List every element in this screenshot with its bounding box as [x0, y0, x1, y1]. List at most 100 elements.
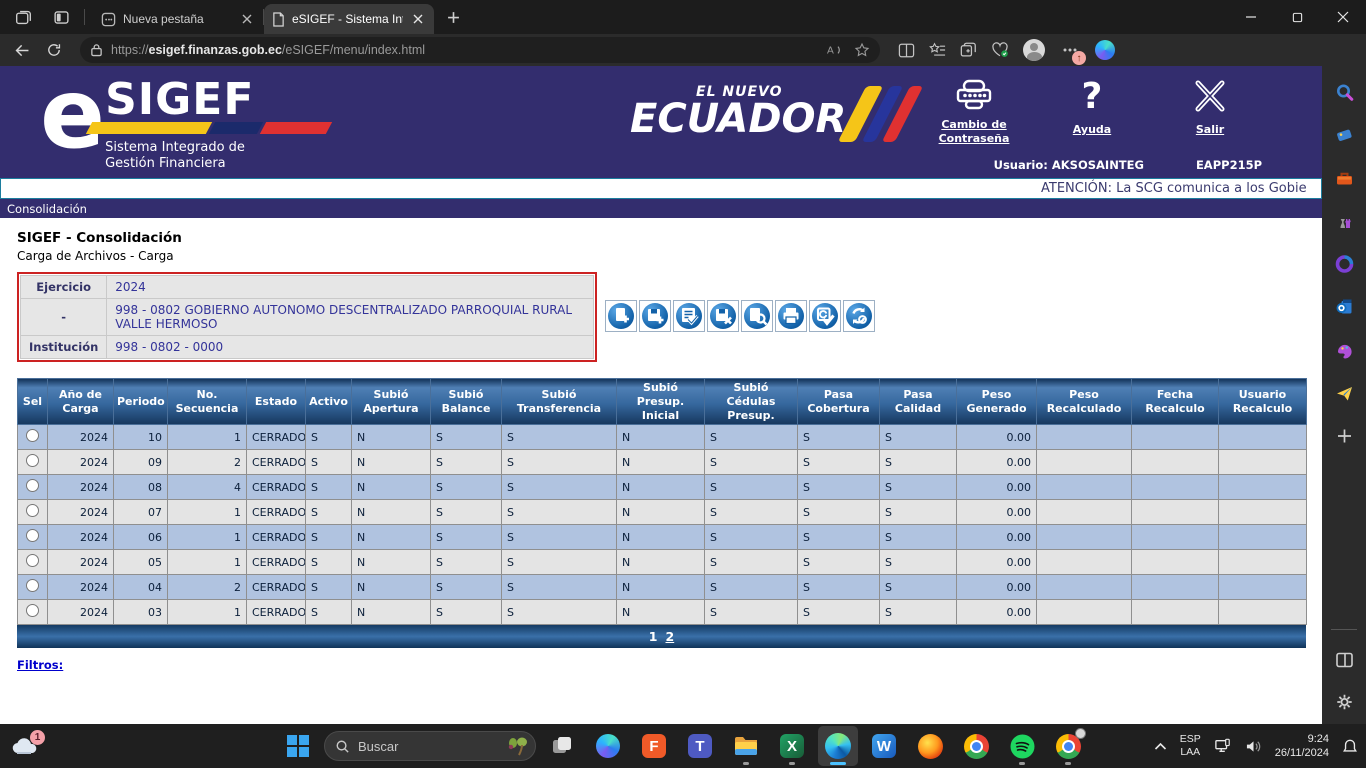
microsoft-365-icon[interactable] — [1332, 252, 1356, 276]
tab-actions-icon[interactable] — [46, 4, 76, 30]
cell: N — [351, 499, 431, 526]
outlook-icon[interactable] — [1332, 295, 1356, 319]
form-check-button[interactable] — [673, 300, 705, 332]
shopping-icon[interactable] — [1332, 123, 1356, 147]
settings-more-icon[interactable]: ↑ — [1059, 39, 1086, 65]
carga-table: Sel Año de Carga Periodo No. Secuencia Estad… — [17, 377, 1307, 626]
save-add-button[interactable] — [639, 300, 671, 332]
help-link[interactable]: ? Ayuda — [1050, 74, 1134, 147]
save-delete-button[interactable] — [707, 300, 739, 332]
taskbar-word[interactable]: W — [864, 726, 904, 766]
read-aloud-icon[interactable]: A — [827, 43, 844, 57]
taskbar-task-view[interactable] — [542, 726, 582, 766]
cell — [1036, 574, 1132, 601]
weather-widget[interactable]: 1 — [10, 729, 55, 757]
exit-link[interactable]: Salir — [1168, 74, 1252, 147]
language-indicator[interactable]: ESP LAA — [1180, 733, 1201, 758]
new-document-button[interactable] — [605, 300, 637, 332]
tab-close-icon[interactable] — [239, 11, 255, 27]
row-select-radio[interactable] — [26, 479, 39, 493]
tray-chevron-icon[interactable] — [1154, 742, 1167, 751]
cell: S — [305, 599, 352, 626]
confirm-check-button[interactable] — [809, 300, 841, 332]
refresh-search-button[interactable] — [843, 300, 875, 332]
row-select-radio[interactable] — [26, 554, 39, 568]
filters-link[interactable]: Filtros: — [17, 658, 63, 672]
taskbar-search[interactable]: Buscar — [324, 731, 536, 761]
profile-avatar[interactable] — [1023, 39, 1045, 61]
workspaces-icon[interactable] — [8, 4, 38, 30]
document-search-icon — [744, 303, 770, 329]
change-password-link[interactable]: Cambio de Contraseña — [932, 74, 1016, 147]
collections-icon[interactable] — [960, 42, 977, 58]
taskbar-foxit-pdf[interactable]: F — [634, 726, 674, 766]
copilot-icon[interactable] — [1095, 40, 1115, 60]
taskbar-excel[interactable]: X — [772, 726, 812, 766]
minimize-button[interactable] — [1228, 0, 1274, 34]
refresh-button[interactable] — [40, 37, 68, 63]
taskbar-spotify[interactable] — [1002, 726, 1042, 766]
games-icon[interactable] — [1332, 209, 1356, 233]
toolbox-icon[interactable] — [1332, 166, 1356, 190]
page-number-link[interactable]: 2 — [666, 629, 675, 644]
taskbar-edge[interactable] — [818, 726, 858, 766]
taskbar-teams[interactable]: T — [680, 726, 720, 766]
esigef-header: e SIGEF Sistema Integrado de Gestión Fina… — [0, 66, 1322, 178]
maximize-button[interactable] — [1274, 0, 1320, 34]
lock-icon[interactable] — [90, 43, 103, 57]
taskbar-copilot[interactable] — [588, 726, 628, 766]
cell: 0.00 — [956, 599, 1037, 626]
cell — [1131, 449, 1219, 476]
tab-title: Nueva pestaña — [123, 12, 204, 26]
address-bar[interactable]: https://esigef.finanzas.gob.ec/eSIGEF/me… — [80, 37, 880, 63]
cell — [1036, 499, 1132, 526]
row-select-radio[interactable] — [26, 579, 39, 593]
volume-icon[interactable] — [1245, 739, 1262, 754]
document-search-button[interactable] — [741, 300, 773, 332]
search-icon[interactable] — [1332, 80, 1356, 104]
row-select-radio[interactable] — [26, 454, 39, 468]
column-header: Peso Recalculado — [1036, 377, 1132, 426]
split-screen-icon[interactable] — [898, 43, 915, 58]
settings-icon[interactable] — [1332, 690, 1356, 714]
page-number-current[interactable]: 1 — [649, 629, 658, 644]
firefox-logo — [917, 733, 943, 759]
new-tab-button[interactable] — [440, 4, 466, 30]
notification-bell-icon[interactable] — [1342, 738, 1358, 755]
browser-essentials-icon[interactable] — [991, 42, 1009, 58]
cell: 08 — [113, 474, 168, 501]
search-plant-art — [508, 737, 527, 756]
taskbar-chrome-profile[interactable] — [1048, 726, 1088, 766]
menu-consolidacion[interactable]: Consolidación — [0, 199, 1322, 218]
taskbar-file-explorer[interactable] — [726, 726, 766, 766]
cell: S — [797, 574, 880, 601]
favorite-star-icon[interactable] — [854, 42, 870, 58]
row-select-radio[interactable] — [26, 429, 39, 443]
row-select-radio[interactable] — [26, 604, 39, 618]
clock[interactable]: 9:24 26/11/2024 — [1275, 732, 1329, 761]
table-row: 2024 03 1 CERRADO S N S S N S S S 0.00 — [17, 599, 1307, 626]
taskbar-chrome[interactable] — [956, 726, 996, 766]
cell — [1131, 474, 1219, 501]
row-select-radio[interactable] — [26, 529, 39, 543]
favorites-list-icon[interactable] — [929, 42, 946, 58]
logo-subtitle: Sistema Integrado de Gestión Financiera — [105, 139, 245, 171]
send-icon[interactable] — [1332, 381, 1356, 405]
start-button[interactable] — [278, 726, 318, 766]
tab-close-icon[interactable] — [410, 11, 426, 27]
cell: N — [616, 524, 705, 551]
cell — [1036, 424, 1132, 451]
panel-toggle-icon[interactable] — [1332, 648, 1356, 672]
select-cell — [17, 549, 48, 576]
add-icon[interactable] — [1332, 424, 1356, 448]
tab-nueva-pestana[interactable]: Nueva pestaña — [93, 4, 263, 34]
designer-icon[interactable] — [1332, 338, 1356, 362]
print-button[interactable] — [775, 300, 807, 332]
tab-esigef[interactable]: eSIGEF - Sistema Integrado de G — [264, 4, 434, 34]
row-select-radio[interactable] — [26, 504, 39, 518]
taskbar-firefox[interactable] — [910, 726, 950, 766]
back-button[interactable] — [8, 37, 36, 63]
cell: S — [879, 424, 957, 451]
network-icon[interactable] — [1214, 738, 1232, 754]
close-button[interactable] — [1320, 0, 1366, 34]
